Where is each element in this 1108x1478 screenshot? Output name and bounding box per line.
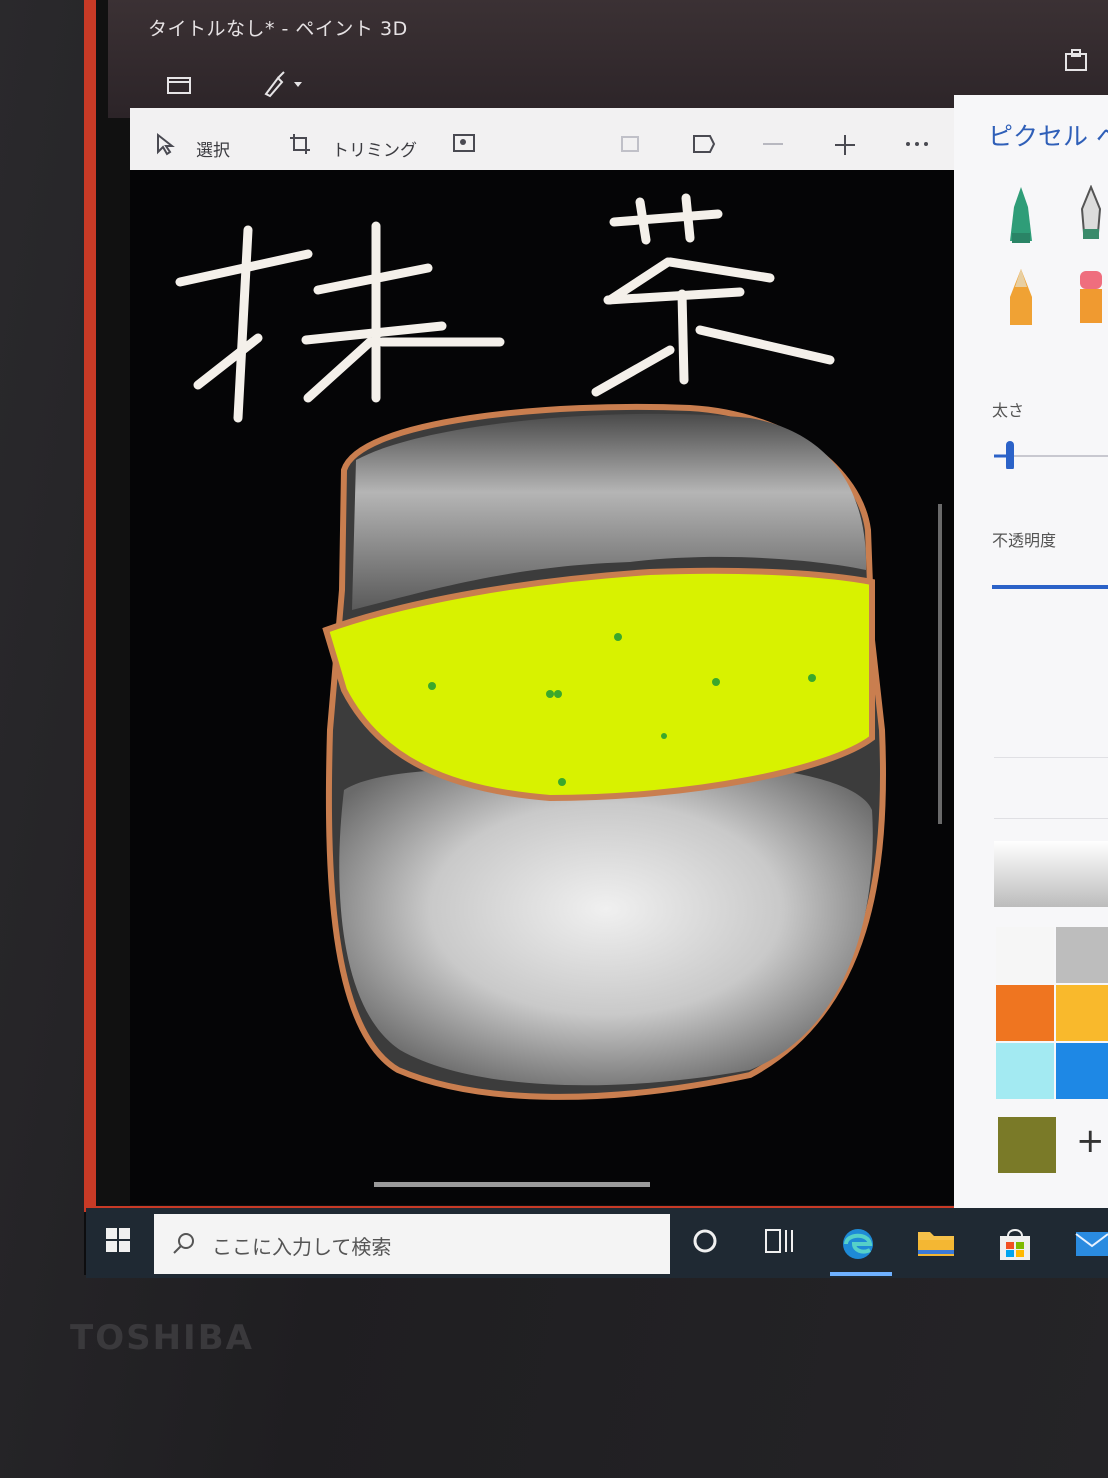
window-title: タイトルなし* - ペイント 3D [148,18,408,40]
rotate-3d-icon[interactable] [618,132,644,162]
laptop-screen: タイトルなし* - ペイント 3D 選択 トリミング ピクセル 太さ 不透明度 … [84,0,1108,1275]
cortana-icon[interactable] [690,1226,720,1263]
photo: タイトルなし* - ペイント 3D 選択 トリミング ピクセル 太さ 不透明度 … [0,0,1108,1478]
menu-icon[interactable] [166,74,192,100]
thickness-label: 太さ [992,401,1025,420]
handwritten-text [175,193,835,423]
eraser-icon[interactable] [1074,267,1108,331]
device-brand-logo: TOSHIBA [70,1318,254,1358]
panel-title: ピクセル ペン [988,122,1108,151]
task-view-icon[interactable] [762,1226,796,1263]
drawing-canvas[interactable] [130,170,954,1205]
search-icon [170,1230,198,1262]
color-swatch-blue[interactable] [1056,1043,1108,1099]
color-swatch-light-blue[interactable] [996,1043,1054,1099]
horizontal-scrollbar[interactable] [374,1182,650,1187]
more-icon[interactable] [904,132,930,162]
app-window: タイトルなし* - ペイント 3D 選択 トリミング ピクセル 太さ 不透明度 … [84,0,1108,1212]
mail-icon[interactable] [1072,1226,1108,1267]
pencil-icon[interactable] [1004,267,1038,331]
crop-icon[interactable] [288,132,312,162]
color-swatch-orange[interactable] [996,985,1054,1041]
store-icon[interactable] [996,1226,1034,1271]
zoom-out-icon[interactable] [760,132,786,162]
marker-icon[interactable] [1004,185,1038,249]
taskbar-search[interactable]: ここに入力して検索 [154,1214,670,1274]
color-swatch-gray[interactable] [1056,927,1108,983]
edge-icon[interactable] [836,1226,880,1273]
side-panel: ピクセル ペン 太さ 不透明度 [954,95,1108,1210]
crop-button[interactable]: トリミング [332,136,417,161]
calligraphy-pen-icon[interactable] [1074,184,1108,249]
sticker-icon[interactable] [1063,48,1091,78]
file-explorer-icon[interactable] [916,1226,956,1267]
thickness-slider[interactable] [992,439,1108,471]
vertical-scrollbar[interactable] [938,504,942,824]
color-swatch-white[interactable] [996,927,1054,983]
select-icon[interactable] [154,132,176,162]
brush-tool-icon[interactable] [260,70,310,102]
search-placeholder: ここに入力して検索 [212,1235,392,1259]
dessert-illustration [322,403,886,1100]
add-color-button[interactable]: + [1076,1121,1105,1161]
select-button[interactable]: 選択 [196,136,230,161]
shape-icon[interactable] [690,132,718,162]
color-swatch-yellow[interactable] [1056,985,1108,1041]
color-preview [994,841,1108,907]
custom-color-swatch[interactable] [998,1117,1056,1173]
panel-button[interactable] [994,757,1108,819]
taskbar: ここに入力して検索 [86,1208,1108,1278]
opacity-label: 不透明度 [992,531,1057,550]
magic-select-icon[interactable] [452,132,478,162]
active-app-indicator [830,1272,892,1276]
windows-icon[interactable] [104,1226,132,1261]
zoom-in-icon[interactable] [832,132,858,164]
opacity-slider[interactable] [992,585,1108,589]
